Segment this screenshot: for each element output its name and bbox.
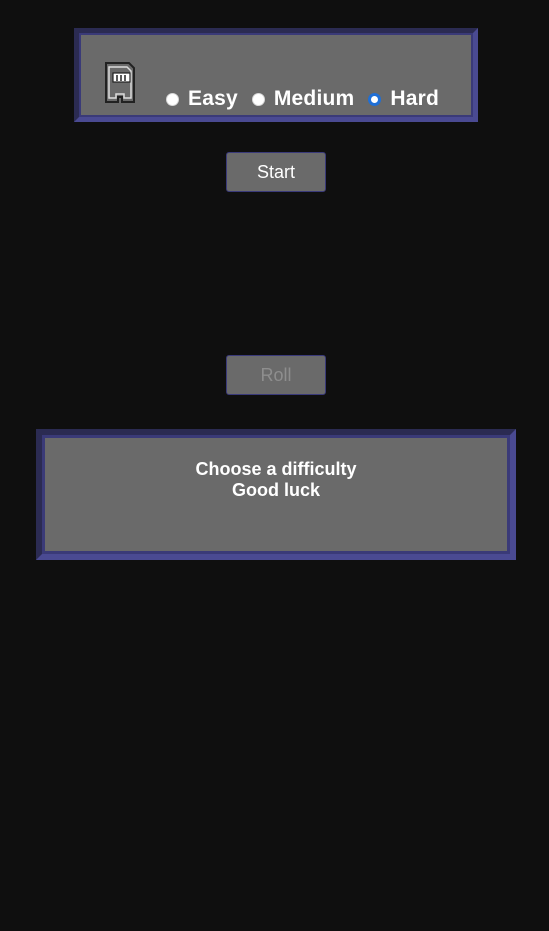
radio-hard[interactable]: Hard [368,87,439,111]
radio-medium-dot[interactable] [251,92,265,106]
radio-easy-dot[interactable] [166,92,179,106]
radio-easy-label: Easy [188,87,238,110]
message-panel: Choose a difficulty Good luck [36,429,516,560]
message-line-2: Good luck [231,480,320,500]
radio-hard-label: Hard [390,87,440,110]
message-line-1: Choose a difficulty [195,459,357,479]
game-page: Easy Medium Hard Start Roll Choose a dif… [0,0,549,931]
message-text: Choose a difficulty Good luck [42,459,510,501]
radio-medium-label: Medium [273,87,355,110]
roll-button[interactable]: Roll [226,355,326,395]
start-button[interactable]: Start [226,152,326,192]
radio-hard-dot[interactable] [368,92,382,106]
sd-card-icon [105,62,135,103]
radio-easy[interactable]: Easy [166,87,238,111]
radio-medium[interactable]: Medium [251,87,355,111]
difficulty-radio-group: Easy Medium Hard [166,86,453,112]
